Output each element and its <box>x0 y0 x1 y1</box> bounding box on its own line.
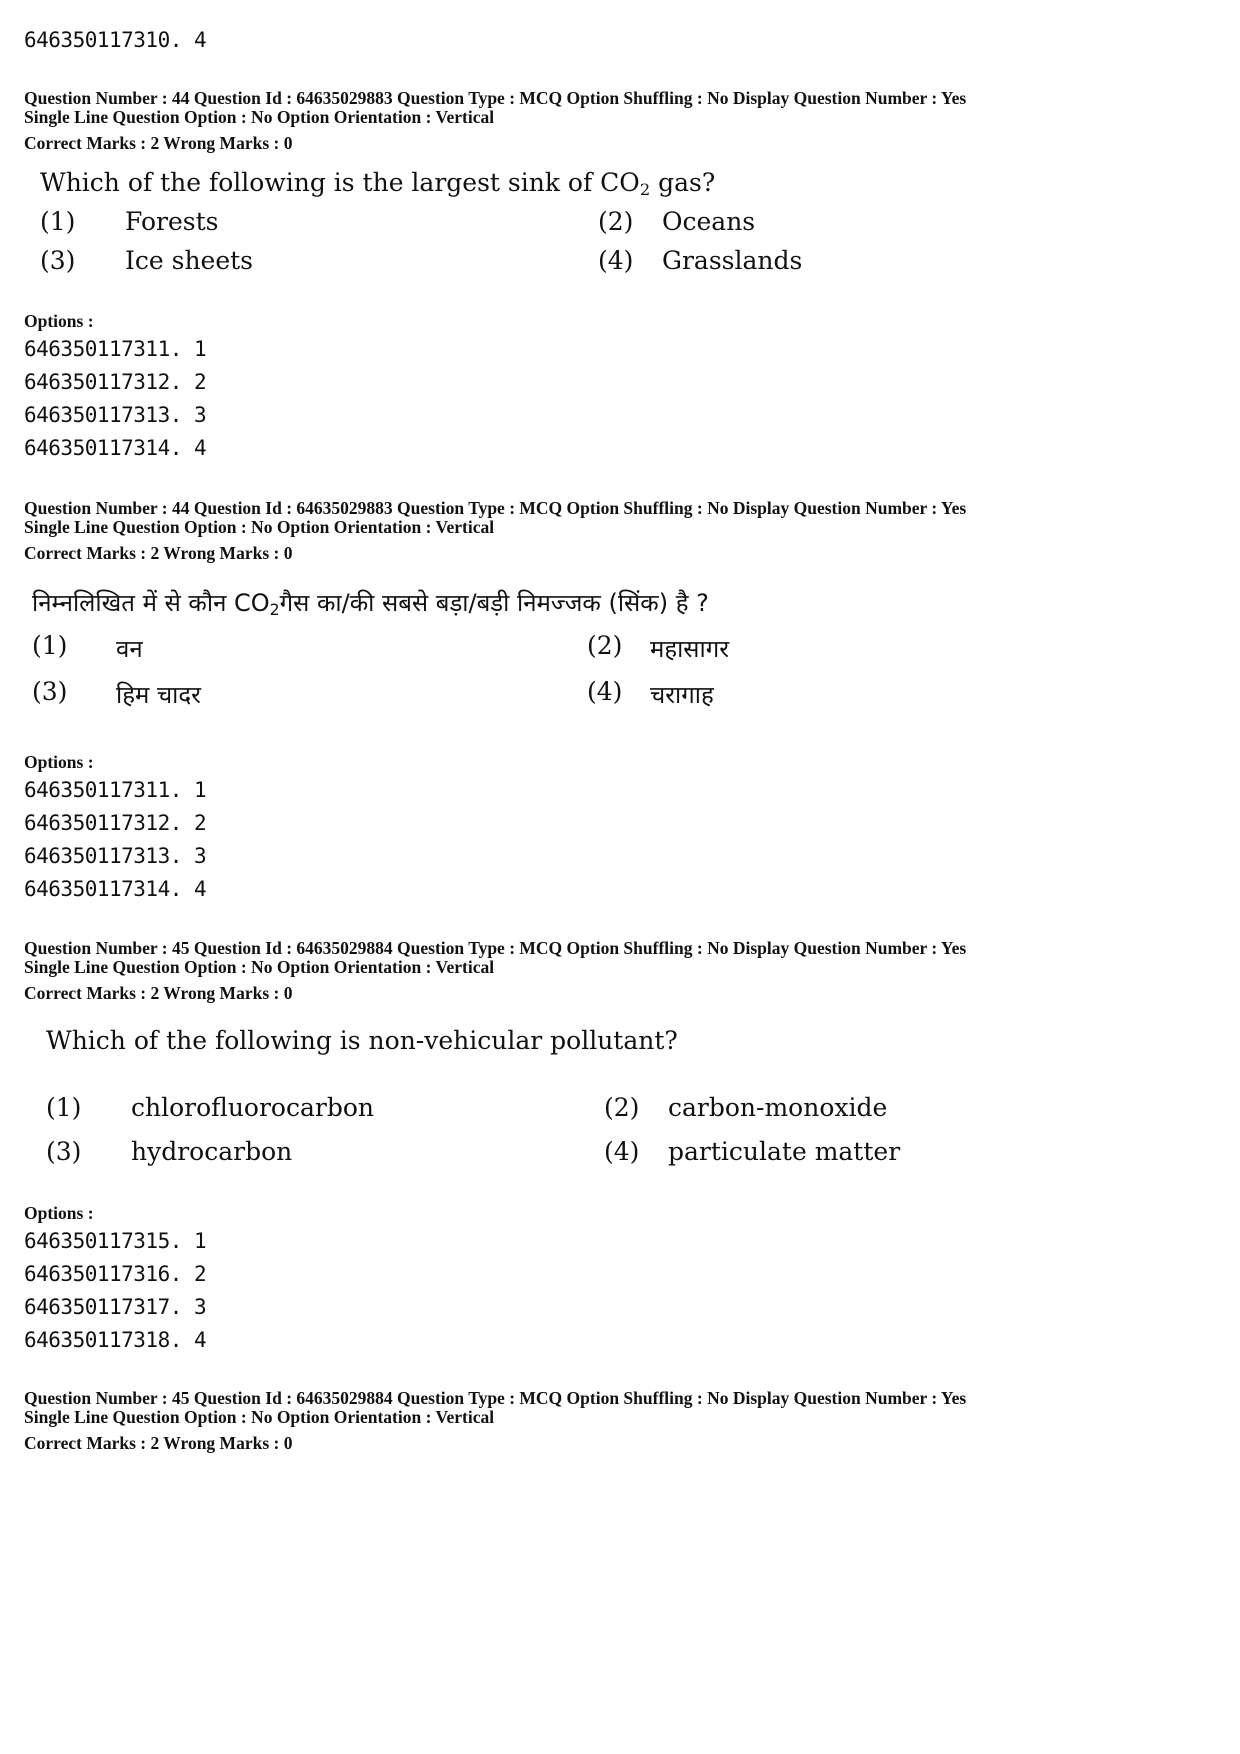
option-id: 646350117318. 4 <box>24 1328 207 1352</box>
question-text: Which of the following is non-vehicular … <box>46 1026 678 1055</box>
choice-number: (4) <box>604 1137 640 1166</box>
choice-number: (2) <box>598 207 634 236</box>
question-meta-line2: Single Line Question Option : No Option … <box>24 1407 495 1427</box>
question-marks: Correct Marks : 2 Wrong Marks : 0 <box>24 543 293 563</box>
question-meta-line1: Question Number : 45 Question Id : 64635… <box>24 1388 967 1408</box>
option-id: 646350117314. 4 <box>24 436 207 460</box>
choice-number: (3) <box>40 246 76 275</box>
choice-number: (3) <box>46 1137 82 1166</box>
choice-text: चरागाह <box>650 681 714 709</box>
question-text: Which of the following is the largest si… <box>40 168 716 200</box>
option-id: 646350117316. 2 <box>24 1262 207 1286</box>
previous-option-id: 646350117310. 4 <box>24 28 207 52</box>
question-meta-line1: Question Number : 44 Question Id : 64635… <box>24 88 967 108</box>
choice-text: particulate matter <box>668 1137 901 1166</box>
choice-text: Grasslands <box>662 246 803 275</box>
choice-text: hydrocarbon <box>131 1137 293 1166</box>
question-meta-line2: Single Line Question Option : No Option … <box>24 957 495 977</box>
choice-text: Oceans <box>662 207 756 236</box>
options-label: Options : <box>24 752 94 772</box>
question-text: निम्नलिखित में से कौन CO2गैस का/की सबसे … <box>32 589 709 619</box>
choice-number: (4) <box>598 246 634 275</box>
option-id: 646350117317. 3 <box>24 1295 207 1319</box>
option-id: 646350117312. 2 <box>24 811 207 835</box>
choice-text: वन <box>116 635 143 663</box>
choice-number: (3) <box>32 677 68 706</box>
option-id: 646350117311. 1 <box>24 337 207 361</box>
choice-text: chlorofluorocarbon <box>131 1093 374 1122</box>
option-id: 646350117313. 3 <box>24 403 207 427</box>
option-id: 646350117311. 1 <box>24 778 207 802</box>
option-id: 646350117312. 2 <box>24 370 207 394</box>
question-marks: Correct Marks : 2 Wrong Marks : 0 <box>24 1433 293 1453</box>
question-marks: Correct Marks : 2 Wrong Marks : 0 <box>24 983 293 1003</box>
question-meta-line2: Single Line Question Option : No Option … <box>24 517 495 537</box>
option-id: 646350117313. 3 <box>24 844 207 868</box>
choice-number: (2) <box>587 631 623 660</box>
choice-text: Ice sheets <box>125 246 254 275</box>
choice-text: Forests <box>125 207 219 236</box>
question-marks: Correct Marks : 2 Wrong Marks : 0 <box>24 133 293 153</box>
question-meta-line1: Question Number : 45 Question Id : 64635… <box>24 938 967 958</box>
choice-number: (1) <box>40 207 76 236</box>
choice-number: (4) <box>587 677 623 706</box>
options-label: Options : <box>24 1203 94 1223</box>
choice-number: (1) <box>32 631 68 660</box>
choice-text: carbon-monoxide <box>668 1093 888 1122</box>
choice-number: (2) <box>604 1093 640 1122</box>
options-label: Options : <box>24 311 94 331</box>
choice-text: महासागर <box>650 635 730 663</box>
option-id: 646350117315. 1 <box>24 1229 207 1253</box>
choice-number: (1) <box>46 1093 82 1122</box>
option-id: 646350117314. 4 <box>24 877 207 901</box>
question-meta-line2: Single Line Question Option : No Option … <box>24 107 495 127</box>
choice-text: हिम चादर <box>116 681 201 709</box>
question-meta-line1: Question Number : 44 Question Id : 64635… <box>24 498 967 518</box>
